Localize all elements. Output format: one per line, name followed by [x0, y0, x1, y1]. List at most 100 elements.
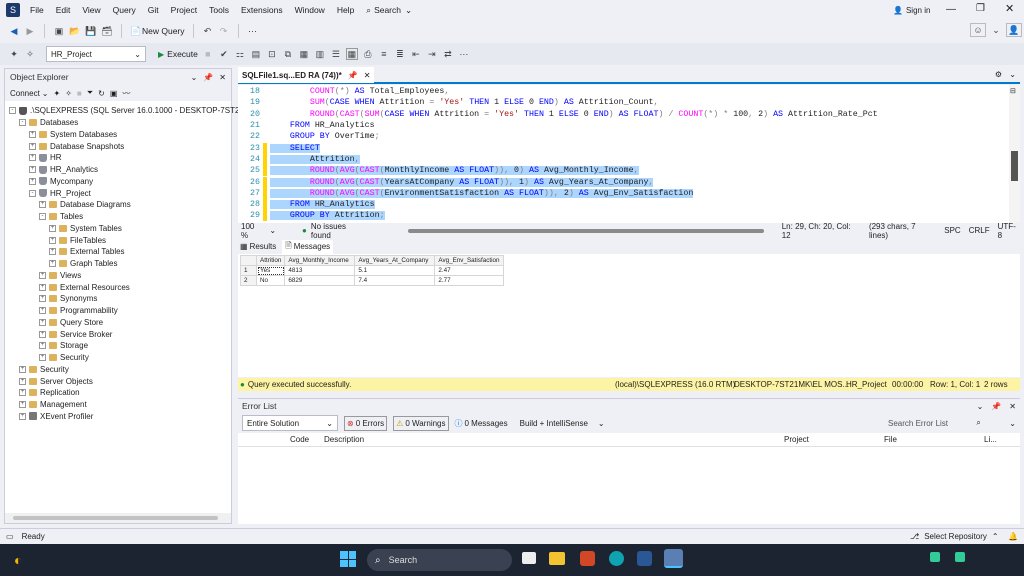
table-cell[interactable]: 2.47	[434, 265, 504, 276]
expand-icon[interactable]: +	[39, 307, 46, 315]
tree-node[interactable]: + Security	[9, 352, 89, 364]
column-header[interactable]: Avg_Env_Satisfaction	[434, 255, 504, 266]
minimize-button[interactable]: —	[946, 4, 956, 15]
collapse-icon[interactable]: -	[19, 119, 26, 127]
menu-tools[interactable]: Tools	[203, 0, 235, 20]
pin-icon[interactable]: 📌	[203, 73, 213, 82]
client-stats-icon[interactable]: ▥	[314, 48, 326, 60]
back-icon[interactable]: ◀	[8, 25, 20, 37]
activity-monitor-icon[interactable]: 〰	[122, 88, 130, 99]
uncomment-icon[interactable]: ≣	[394, 48, 406, 60]
expand-icon[interactable]: +	[39, 318, 46, 326]
expand-icon[interactable]: +	[19, 389, 26, 397]
table-cell[interactable]: 6829	[284, 275, 356, 286]
whitespace-mode[interactable]: SPC	[944, 226, 960, 235]
stop-icon[interactable]: ■	[202, 48, 214, 60]
tree-node[interactable]: + Views	[9, 270, 81, 282]
pin-icon[interactable]: 📌	[348, 71, 358, 80]
file-explorer-icon[interactable]	[549, 552, 565, 565]
comment-icon[interactable]: ≡	[378, 48, 390, 60]
disconnect-icon[interactable]: ✧	[65, 89, 72, 98]
tree-node[interactable]: + System Databases	[9, 129, 117, 141]
pin-icon[interactable]: 📌	[991, 402, 1001, 411]
horizontal-scrollbar[interactable]	[407, 228, 764, 233]
include-plan-icon[interactable]: ⧉	[282, 48, 294, 60]
undo-icon[interactable]: ↶	[202, 25, 214, 37]
table-cell[interactable]: 5.1	[354, 265, 436, 276]
code-line[interactable]: 23 SELECT	[238, 142, 1008, 154]
table-cell[interactable]: 4813	[284, 265, 356, 276]
table-cell[interactable]: No	[255, 275, 286, 286]
tree-node[interactable]: + HR_Analytics	[9, 164, 98, 176]
filter-icon[interactable]: ⏷	[87, 88, 93, 98]
stop-icon[interactable]: ■	[77, 89, 82, 98]
tree-node[interactable]: + External Tables	[9, 246, 125, 258]
menu-window[interactable]: Window	[289, 0, 331, 20]
execute-button[interactable]: ▶ Execute	[158, 49, 198, 59]
code-line[interactable]: 22 GROUP BY OverTime;	[238, 131, 1008, 143]
tree-node[interactable]: - HR_Project	[9, 187, 91, 199]
code-line[interactable]: 25 ROUND(AVG(CAST(MonthlyIncome AS FLOAT…	[238, 165, 1008, 177]
menu-extensions[interactable]: Extensions	[235, 0, 289, 20]
expand-icon[interactable]: +	[29, 166, 36, 174]
tree-node[interactable]: + Graph Tables	[9, 258, 117, 270]
column-header[interactable]: Code	[290, 435, 309, 444]
editor-tab[interactable]: SQLFile1.sq...ED RA (74))* 📌 ✕	[238, 67, 375, 83]
tree-node[interactable]: + Programmability	[9, 305, 118, 317]
menu-edit[interactable]: Edit	[50, 0, 77, 20]
database-select[interactable]: HR_Project ⌄	[46, 46, 146, 62]
vertical-scrollbar[interactable]: ⊟	[1009, 85, 1020, 223]
sign-in-button[interactable]: 👤 Sign in	[893, 0, 930, 20]
code-line[interactable]: 29 GROUP BY Attrition;	[238, 210, 1008, 222]
expand-icon[interactable]: +	[19, 401, 26, 409]
tree-node[interactable]: - Tables	[9, 211, 83, 223]
expand-icon[interactable]: +	[19, 377, 26, 385]
column-header[interactable]: Attrition	[255, 255, 286, 266]
zoom-select[interactable]: 100 % ⌄	[241, 222, 276, 240]
code-line[interactable]: 24 Attrition,	[238, 153, 1008, 165]
more-icon[interactable]: ⋯	[247, 25, 259, 37]
expand-icon[interactable]: +	[19, 412, 26, 420]
tab-messages[interactable]: 🗎 Messages	[282, 239, 334, 254]
expand-icon[interactable]: +	[29, 154, 36, 162]
expand-icon[interactable]: +	[49, 236, 56, 244]
expand-icon[interactable]: +	[39, 201, 46, 209]
line-ending[interactable]: CRLF	[969, 226, 990, 235]
new-project-icon[interactable]: ▣	[53, 25, 65, 37]
code-line[interactable]: 21 FROM HR_Analytics	[238, 120, 1008, 132]
table-cell[interactable]: 7.4	[354, 275, 436, 286]
office-icon[interactable]	[580, 551, 595, 566]
change-connection-icon[interactable]: ✧	[24, 48, 36, 60]
task-view-icon[interactable]	[522, 552, 536, 564]
code-line[interactable]: 20 ROUND(CAST(SUM(CASE WHEN Attrition = …	[238, 108, 1008, 120]
refresh-icon[interactable]: ↻	[98, 89, 105, 98]
forward-icon[interactable]: ▶	[24, 25, 36, 37]
close-window-button[interactable]: ✕	[1005, 2, 1014, 15]
results-file-icon[interactable]: ⎙	[362, 48, 374, 60]
expand-icon[interactable]: +	[39, 295, 46, 303]
menu-project[interactable]: Project	[165, 0, 203, 20]
tree-node[interactable]: + HR	[9, 152, 62, 164]
column-header[interactable]: Project	[784, 435, 809, 444]
specify-values-icon[interactable]: ⇄	[442, 48, 454, 60]
open-file-icon[interactable]: 📂	[69, 25, 81, 37]
tree-node[interactable]: + Management	[9, 399, 87, 411]
parse-check-icon[interactable]: ✔	[218, 48, 230, 60]
tree-node[interactable]: + Query Store	[9, 317, 103, 329]
notifications-icon[interactable]: 🔔	[1008, 532, 1018, 541]
live-stats-icon[interactable]: ▦	[298, 48, 310, 60]
menu-search[interactable]: ⌕ Search ⌄	[360, 0, 418, 20]
close-icon[interactable]: ✕	[219, 73, 226, 82]
expand-icon[interactable]: +	[49, 260, 56, 268]
intellisense-icon[interactable]: ⊡	[266, 48, 278, 60]
code-line[interactable]: 19 SUM(CASE WHEN Attrition = 'Yes' THEN …	[238, 97, 1008, 109]
collapse-icon[interactable]: -	[29, 189, 36, 197]
tree-node[interactable]: + Service Broker	[9, 328, 112, 340]
table-row[interactable]: 1 Yes 4813 5.1 2.47	[240, 265, 504, 276]
expand-icon[interactable]: +	[39, 342, 46, 350]
copilot-icon[interactable]: ☺	[970, 23, 986, 37]
restore-button[interactable]: ❐	[976, 3, 985, 14]
tree-node[interactable]: + Replication	[9, 387, 80, 399]
error-search-input[interactable]: Search Error List ⌕ ⌄	[888, 415, 1016, 431]
expand-icon[interactable]: +	[49, 248, 56, 256]
